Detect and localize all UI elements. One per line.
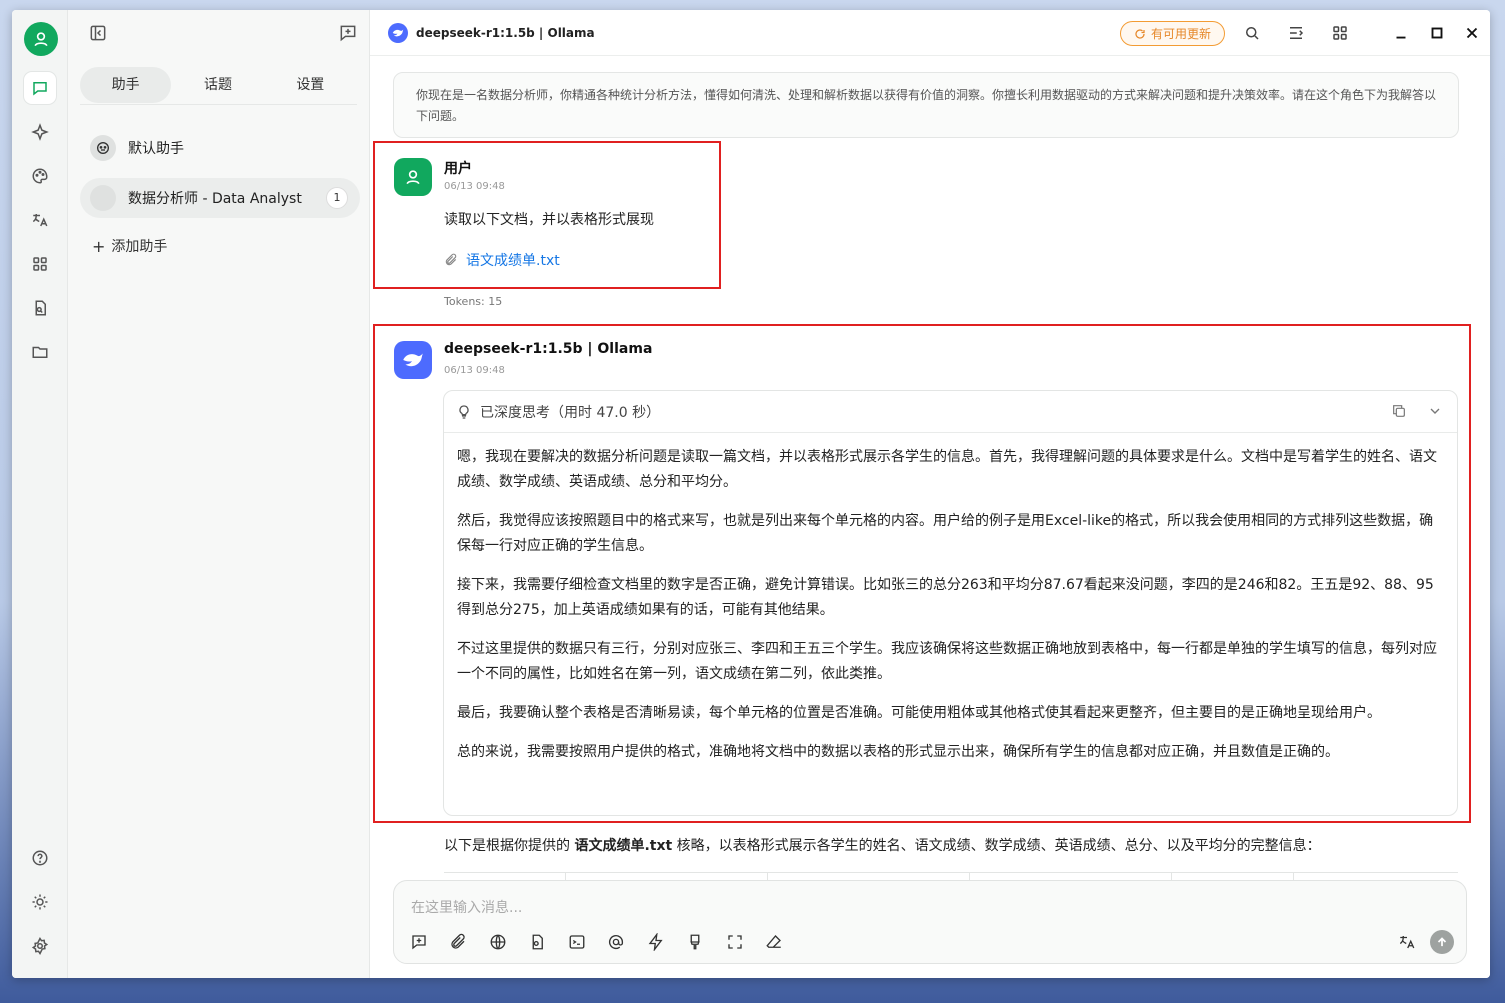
deepseek-avatar-icon bbox=[394, 341, 432, 379]
minimize-icon[interactable] bbox=[1390, 22, 1412, 44]
user-message-time: 06/13 09:48 bbox=[444, 181, 505, 192]
paperclip-icon bbox=[445, 253, 457, 266]
eraser-icon[interactable] bbox=[763, 931, 785, 953]
thinking-paragraph: 不过这里提供的数据只有三行，分别对应张三、李四和王五三个学生。我应该确保将这些数… bbox=[457, 641, 1437, 682]
layout-icon[interactable] bbox=[1285, 22, 1307, 44]
answer-prefix: 以下是根据你提供的 bbox=[444, 838, 575, 854]
settings-icon[interactable] bbox=[24, 930, 56, 962]
chat-main: deepseek-r1:1.5b | Ollama 有可用更新 你现在是一名数据… bbox=[370, 10, 1490, 978]
translate-icon[interactable] bbox=[1396, 931, 1418, 953]
user-message-text: 读取以下文档，并以表格形式展现 bbox=[444, 212, 654, 228]
thinking-content: 嗯，我现在要解决的数据分析问题是读取一篇文档，并以表格形式展示各学生的信息。首先… bbox=[444, 433, 1457, 765]
user-message-avatar bbox=[394, 158, 432, 196]
system-prompt-card[interactable]: 你现在是一名数据分析师，你精通各种统计分析方法，懂得如何清洗、处理和解析数据以获… bbox=[393, 72, 1459, 138]
new-topic-icon[interactable] bbox=[408, 931, 430, 953]
apps-icon[interactable] bbox=[1329, 22, 1351, 44]
tab-assistants[interactable]: 助手 bbox=[80, 67, 172, 103]
user-name: 用户 bbox=[444, 161, 472, 177]
search-icon[interactable] bbox=[1241, 22, 1263, 44]
sidebar-tabs: 助手 话题 设置 bbox=[80, 67, 357, 105]
send-button[interactable] bbox=[1430, 930, 1454, 954]
icon-rail bbox=[12, 10, 68, 978]
chat-topbar: deepseek-r1:1.5b | Ollama 有可用更新 bbox=[370, 10, 1490, 56]
globe-icon[interactable] bbox=[487, 931, 509, 953]
assistant-model-name: deepseek-r1:1.5b | Ollama bbox=[444, 341, 653, 357]
update-label: 有可用更新 bbox=[1150, 27, 1211, 41]
lightbulb-icon bbox=[459, 404, 469, 419]
deepseek-logo-icon bbox=[388, 23, 408, 43]
update-available-button[interactable]: 有可用更新 bbox=[1120, 21, 1225, 46]
maximize-icon[interactable] bbox=[1426, 22, 1448, 44]
translate-icon[interactable] bbox=[24, 204, 56, 236]
answer-intro: 以下是根据你提供的 语文成绩单.txt 核略，以表格形式展示各学生的姓名、语文成… bbox=[444, 835, 1321, 855]
message-input-box[interactable]: 在这里输入消息... bbox=[393, 880, 1467, 964]
assistant-item-data-analyst[interactable]: 数据分析师 - Data Analyst 1 bbox=[80, 178, 360, 218]
fullscreen-icon[interactable] bbox=[724, 931, 746, 953]
topic-count-badge: 1 bbox=[326, 187, 348, 209]
plus-icon: + bbox=[92, 236, 106, 256]
model-selector[interactable]: deepseek-r1:1.5b | Ollama bbox=[388, 23, 595, 43]
add-assistant-button[interactable]: + 添加助手 bbox=[92, 236, 167, 256]
palette-icon[interactable] bbox=[24, 160, 56, 192]
copy-icon[interactable] bbox=[1391, 403, 1409, 421]
knowledge-base-icon[interactable] bbox=[526, 931, 548, 953]
app-window: 助手 话题 设置 默认助手 数据分析师 - Data Analyst 1 + 添… bbox=[12, 10, 1490, 978]
message-input-placeholder[interactable]: 在这里输入消息... bbox=[411, 897, 522, 917]
terminal-icon[interactable] bbox=[566, 931, 588, 953]
assistant-item-default[interactable]: 默认助手 bbox=[80, 128, 360, 168]
mention-icon[interactable] bbox=[605, 931, 627, 953]
model-title-text: deepseek-r1:1.5b | Ollama bbox=[416, 26, 595, 40]
thinking-panel: 已深度思考（用时 47.0 秒） 嗯，我现在要解决的数据分析问题是读取一篇文档，… bbox=[443, 390, 1458, 816]
folder-icon[interactable] bbox=[24, 336, 56, 368]
thinking-paragraph: 接下来，我需要仔细检查文档里的数字是否正确，避免计算错误。比如张三的总分263和… bbox=[457, 577, 1434, 618]
attachment-link[interactable]: 语文成绩单.txt bbox=[444, 250, 560, 270]
assistant-name: 数据分析师 - Data Analyst bbox=[128, 191, 302, 207]
lightning-icon[interactable] bbox=[645, 931, 667, 953]
attachment-filename: 语文成绩单.txt bbox=[466, 253, 560, 269]
thinking-paragraph: 总的来说，我需要按照用户提供的格式，准确地将文档中的数据以表格的形式显示出来，确… bbox=[457, 744, 1339, 760]
tab-topics[interactable]: 话题 bbox=[172, 67, 263, 103]
close-icon[interactable] bbox=[1461, 22, 1483, 44]
answer-filename: 语文成绩单.txt bbox=[574, 838, 673, 854]
assistant-avatar bbox=[90, 185, 116, 211]
theme-icon[interactable] bbox=[24, 886, 56, 918]
sidebar-toolbar bbox=[68, 10, 369, 56]
tab-settings[interactable]: 设置 bbox=[265, 67, 356, 103]
thinking-paragraph: 然后，我觉得应该按照题目中的格式来写，也就是列出来每个单元格的内容。用户给的例子… bbox=[457, 513, 1434, 554]
new-topic-icon[interactable] bbox=[338, 23, 358, 43]
thinking-paragraph: 最后，我要确认整个表格是否清晰易读，每个单元格的位置是否准确。可能使用粗体或其他… bbox=[457, 705, 1381, 721]
assistant-name: 默认助手 bbox=[128, 141, 184, 157]
sparkle-icon[interactable] bbox=[24, 116, 56, 148]
assistant-message-time: 06/13 09:48 bbox=[444, 365, 505, 376]
arrow-up-icon bbox=[1437, 937, 1447, 947]
thinking-paragraph: 嗯，我现在要解决的数据分析问题是读取一篇文档，并以表格形式展示各学生的信息。首先… bbox=[457, 449, 1437, 490]
add-assistant-label: 添加助手 bbox=[111, 239, 168, 255]
collapse-sidebar-icon[interactable] bbox=[88, 23, 108, 43]
thinking-header[interactable]: 已深度思考（用时 47.0 秒） bbox=[444, 391, 1457, 433]
apps-grid-icon[interactable] bbox=[24, 248, 56, 280]
answer-suffix: 核略，以表格形式展示各学生的姓名、语文成绩、数学成绩、英语成绩、总分、以及平均分… bbox=[672, 838, 1321, 854]
paperclip-icon[interactable] bbox=[447, 931, 469, 953]
refresh-icon bbox=[1135, 28, 1145, 39]
file-search-icon[interactable] bbox=[24, 292, 56, 324]
user-avatar[interactable] bbox=[24, 22, 58, 56]
assistant-sidebar: 助手 话题 设置 默认助手 数据分析师 - Data Analyst 1 + 添… bbox=[68, 10, 370, 978]
help-icon[interactable] bbox=[24, 842, 56, 874]
brush-icon[interactable] bbox=[684, 931, 706, 953]
chat-icon[interactable] bbox=[24, 72, 56, 104]
thinking-label: 已深度思考（用时 47.0 秒） bbox=[480, 404, 661, 421]
chevron-down-icon[interactable] bbox=[1427, 403, 1445, 421]
token-count: Tokens: 15 bbox=[444, 295, 503, 308]
robot-face-icon bbox=[90, 135, 116, 161]
